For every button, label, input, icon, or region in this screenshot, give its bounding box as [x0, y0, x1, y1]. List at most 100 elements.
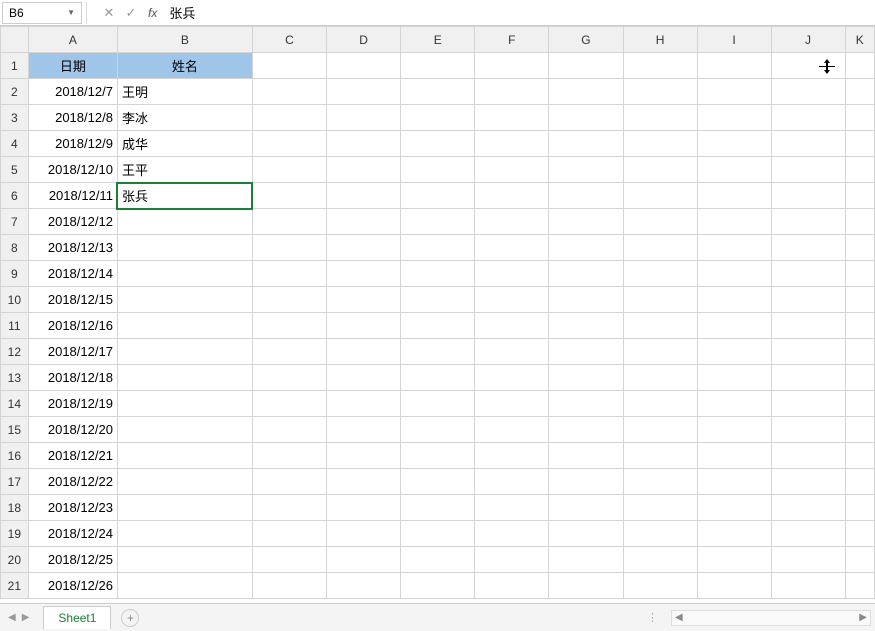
cell[interactable]	[623, 521, 697, 547]
cell[interactable]	[327, 443, 401, 469]
cell[interactable]	[252, 339, 326, 365]
cell[interactable]	[697, 157, 771, 183]
cell[interactable]	[697, 365, 771, 391]
cell[interactable]	[771, 365, 845, 391]
cell[interactable]	[549, 417, 623, 443]
cell[interactable]	[327, 573, 401, 599]
cell[interactable]	[771, 235, 845, 261]
cell[interactable]	[845, 53, 874, 79]
cell[interactable]	[401, 183, 475, 209]
cell[interactable]	[845, 183, 874, 209]
cell[interactable]	[327, 183, 401, 209]
name-cell[interactable]	[117, 261, 252, 287]
date-cell[interactable]: 2018/12/22	[28, 469, 117, 495]
cell[interactable]	[549, 183, 623, 209]
fx-label[interactable]: fx	[148, 6, 157, 20]
row-header[interactable]: 16	[1, 443, 29, 469]
col-header-D[interactable]: D	[327, 27, 401, 53]
cell[interactable]	[771, 105, 845, 131]
confirm-edit-button[interactable]: ✓	[120, 2, 142, 24]
cell[interactable]	[401, 573, 475, 599]
cell[interactable]	[475, 521, 549, 547]
cell[interactable]	[623, 183, 697, 209]
row-header[interactable]: 4	[1, 131, 29, 157]
cell[interactable]	[549, 495, 623, 521]
date-cell[interactable]: 2018/12/13	[28, 235, 117, 261]
name-cell[interactable]: 张兵	[117, 183, 252, 209]
cell[interactable]	[697, 573, 771, 599]
date-cell[interactable]: 2018/12/14	[28, 261, 117, 287]
name-cell[interactable]: 李冰	[117, 105, 252, 131]
cell[interactable]	[549, 157, 623, 183]
cell[interactable]	[252, 313, 326, 339]
add-sheet-button[interactable]: +	[121, 609, 139, 627]
cell[interactable]	[697, 521, 771, 547]
col-header-G[interactable]: G	[549, 27, 623, 53]
cell[interactable]	[771, 495, 845, 521]
cell[interactable]	[771, 209, 845, 235]
row-header[interactable]: 15	[1, 417, 29, 443]
row-header[interactable]: 14	[1, 391, 29, 417]
cell[interactable]	[623, 495, 697, 521]
cell[interactable]	[771, 183, 845, 209]
cell[interactable]	[771, 339, 845, 365]
tab-nav-next-icon[interactable]: ▶	[22, 612, 30, 623]
cell[interactable]	[401, 157, 475, 183]
cell[interactable]	[549, 443, 623, 469]
cell[interactable]	[697, 105, 771, 131]
cell[interactable]	[845, 469, 874, 495]
date-cell[interactable]: 2018/12/24	[28, 521, 117, 547]
cell[interactable]	[327, 547, 401, 573]
cell[interactable]	[623, 443, 697, 469]
cell[interactable]	[252, 53, 326, 79]
cell[interactable]	[697, 235, 771, 261]
name-cell[interactable]	[117, 573, 252, 599]
date-cell[interactable]: 2018/12/7	[28, 79, 117, 105]
cell[interactable]	[845, 105, 874, 131]
cell[interactable]	[771, 391, 845, 417]
cell[interactable]	[475, 417, 549, 443]
cell[interactable]	[771, 157, 845, 183]
spreadsheet-grid[interactable]: A B C D E F G H I J K 1日期姓名22018/12/7王明3…	[0, 26, 875, 599]
cell[interactable]	[845, 495, 874, 521]
cell[interactable]	[327, 417, 401, 443]
name-box[interactable]: B6 ▼	[2, 2, 82, 24]
name-cell[interactable]	[117, 365, 252, 391]
name-box-dropdown-icon[interactable]: ▼	[67, 8, 75, 17]
cell[interactable]	[845, 287, 874, 313]
cell[interactable]	[549, 547, 623, 573]
row-header[interactable]: 20	[1, 547, 29, 573]
cell[interactable]	[771, 469, 845, 495]
name-cell[interactable]	[117, 469, 252, 495]
date-cell[interactable]: 2018/12/10	[28, 157, 117, 183]
row-header[interactable]: 19	[1, 521, 29, 547]
cell[interactable]	[845, 339, 874, 365]
cell[interactable]	[623, 261, 697, 287]
name-cell[interactable]	[117, 339, 252, 365]
cell[interactable]	[845, 79, 874, 105]
cell[interactable]	[475, 495, 549, 521]
header-date-cell[interactable]: 日期	[28, 53, 117, 79]
cell[interactable]	[401, 287, 475, 313]
col-header-E[interactable]: E	[401, 27, 475, 53]
cell[interactable]	[475, 573, 549, 599]
row-header[interactable]: 7	[1, 209, 29, 235]
cell[interactable]	[475, 183, 549, 209]
cell[interactable]	[549, 287, 623, 313]
date-cell[interactable]: 2018/12/21	[28, 443, 117, 469]
cell[interactable]	[401, 339, 475, 365]
cell[interactable]	[771, 53, 845, 79]
row-header[interactable]: 11	[1, 313, 29, 339]
row-header[interactable]: 1	[1, 53, 29, 79]
cell[interactable]	[401, 443, 475, 469]
cell[interactable]	[475, 235, 549, 261]
cell[interactable]	[623, 157, 697, 183]
cell[interactable]	[845, 547, 874, 573]
cell[interactable]	[252, 131, 326, 157]
cell[interactable]	[697, 469, 771, 495]
cell[interactable]	[549, 209, 623, 235]
cell[interactable]	[475, 469, 549, 495]
scroll-left-icon[interactable]: ◀	[675, 612, 683, 623]
cell[interactable]	[771, 131, 845, 157]
cell[interactable]	[252, 521, 326, 547]
